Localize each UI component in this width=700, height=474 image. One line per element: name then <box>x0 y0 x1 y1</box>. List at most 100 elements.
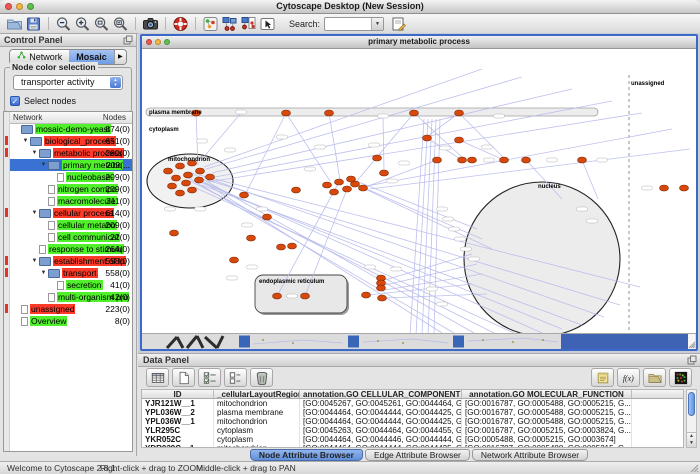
network-node[interactable] <box>273 293 282 299</box>
zoom-button[interactable] <box>27 3 34 10</box>
network-edit-icon[interactable] <box>221 16 238 32</box>
zoom-fit-icon[interactable] <box>112 16 129 32</box>
network-node[interactable] <box>206 174 215 180</box>
network-node[interactable] <box>195 177 204 183</box>
help-icon[interactable] <box>172 16 189 32</box>
network-node[interactable] <box>433 157 442 163</box>
tab-edge-attribute-browser[interactable]: Edge Attribute Browser <box>365 449 470 461</box>
tree-row[interactable]: ▼establishment of lo558(0) <box>10 255 132 267</box>
network-node[interactable] <box>230 257 239 263</box>
network-node[interactable] <box>176 163 185 169</box>
network-node[interactable] <box>184 172 193 178</box>
table-row[interactable]: YKR052Ccytoplasm[GO:0044464, GO:0044446,… <box>142 435 683 444</box>
network-node[interactable] <box>172 175 181 181</box>
table-row[interactable]: YJR121W__1mitochondrion[GO:0045267, GO:0… <box>142 399 683 408</box>
select-nodes-checkbox[interactable]: ✓ <box>10 96 20 106</box>
tree-row[interactable]: Overview8(0) <box>10 315 132 327</box>
search-input[interactable]: ▼ <box>324 17 384 31</box>
float-panel-icon[interactable] <box>123 35 133 45</box>
network-node[interactable] <box>347 176 356 182</box>
tree-row[interactable]: macromolecule311(0) <box>10 195 132 207</box>
tree-expand-arrow[interactable]: ▼ <box>39 162 48 168</box>
tree-row[interactable]: nitrogen compo209(0) <box>10 183 132 195</box>
tree-row[interactable]: mosaic-demo-yeast874(0) <box>10 123 132 135</box>
network-node[interactable] <box>373 155 382 161</box>
network-node[interactable] <box>188 187 197 193</box>
table-row[interactable]: YLR295Ccytoplasm[GO:0045263, GO:0044464,… <box>142 426 683 435</box>
zoom-in-icon[interactable] <box>74 16 91 32</box>
network-node[interactable] <box>359 185 368 191</box>
network-node[interactable] <box>288 243 297 249</box>
camera-icon[interactable] <box>142 16 159 32</box>
network-node[interactable] <box>380 170 389 176</box>
scrollbar-arrows[interactable]: ▲▼ <box>687 432 696 447</box>
tree-row[interactable]: nucleobase-209(0) <box>10 171 132 183</box>
vizmapper-icon[interactable] <box>202 16 219 32</box>
window-titlebar[interactable]: Cytoscape Desktop (New Session) <box>0 0 700 14</box>
network-node[interactable] <box>170 230 179 236</box>
tree-expand-arrow[interactable]: ▼ <box>21 138 30 144</box>
network-node[interactable] <box>578 157 587 163</box>
table-row[interactable]: YDR039C__1mitochondrion[GO:0044464, GO:0… <box>142 444 683 448</box>
network-canvas[interactable]: plasma membranecytoplasmmitochondrionnuc… <box>142 49 696 334</box>
network-node[interactable] <box>660 185 669 191</box>
resize-grip-icon[interactable] <box>690 464 699 473</box>
network-node[interactable] <box>247 235 256 241</box>
function-icon[interactable]: f(x) <box>617 368 640 387</box>
attribute-table[interactable]: ID_cellularLayoutRegionannotation.GO CEL… <box>141 389 684 448</box>
network-node[interactable] <box>377 285 386 291</box>
delete-attribute-icon[interactable] <box>250 368 273 387</box>
network-node[interactable] <box>292 187 301 193</box>
tab-overflow-arrow[interactable]: ▶ <box>114 50 126 64</box>
tree-expand-arrow[interactable]: ▼ <box>30 150 39 156</box>
network-node[interactable] <box>423 135 432 141</box>
matrix-icon[interactable] <box>669 368 692 387</box>
zoom-selected-icon[interactable] <box>93 16 110 32</box>
network-node[interactable] <box>468 157 477 163</box>
new-attribute-icon[interactable] <box>172 368 195 387</box>
network-node[interactable] <box>277 244 286 250</box>
network-node[interactable] <box>301 293 310 299</box>
network-overview-icon[interactable] <box>240 16 257 32</box>
network-graph[interactable]: plasma membranecytoplasmmitochondrionnuc… <box>142 49 694 334</box>
network-node[interactable] <box>240 192 249 198</box>
network-node[interactable] <box>330 189 339 195</box>
tree-row[interactable]: secretion41(0) <box>10 279 132 291</box>
table-row[interactable]: YPL036W__2plasma membrane[GO:0044464, GO… <box>142 408 683 417</box>
tree-expand-arrow[interactable]: ▼ <box>39 270 48 276</box>
network-node[interactable] <box>335 179 344 185</box>
network-node[interactable] <box>362 292 371 298</box>
scrollbar-thumb[interactable] <box>688 392 695 416</box>
network-node[interactable] <box>410 110 419 116</box>
tab-network-attribute-browser[interactable]: Network Attribute Browser <box>472 449 588 461</box>
attribute-table-icon[interactable] <box>146 368 169 387</box>
tab-node-attribute-browser[interactable]: Node Attribute Browser <box>250 449 363 461</box>
close-icon[interactable] <box>146 39 152 45</box>
dropdown-stepper-icon[interactable]: ▲▼ <box>110 77 121 88</box>
tree-row[interactable]: ▼transport558(0) <box>10 267 132 279</box>
network-node[interactable] <box>176 190 185 196</box>
network-node[interactable] <box>455 110 464 116</box>
network-node[interactable] <box>455 137 464 143</box>
network-node[interactable] <box>196 168 205 174</box>
network-node[interactable] <box>325 110 334 116</box>
unselect-attributes-icon[interactable] <box>224 368 247 387</box>
network-node[interactable] <box>168 183 177 189</box>
tree-row[interactable]: cellular metabo209(0) <box>10 219 132 231</box>
tree-row[interactable]: response to stimulu264(0) <box>10 243 132 255</box>
tree-row[interactable]: unassigned223(0) <box>10 303 132 315</box>
select-attributes-icon[interactable] <box>198 368 221 387</box>
network-window[interactable]: primary metabolic process plasma membran… <box>140 34 698 351</box>
select-mode-icon[interactable] <box>259 16 276 32</box>
network-node[interactable] <box>323 182 332 188</box>
network-node[interactable] <box>680 185 689 191</box>
minimize-button[interactable] <box>16 3 23 10</box>
tree-expand-arrow[interactable]: ▼ <box>30 258 39 264</box>
network-node[interactable] <box>500 157 509 163</box>
tree-expand-arrow[interactable]: ▼ <box>30 210 39 216</box>
color-attribute-dropdown[interactable]: transporter activity ▲▼ <box>13 75 123 90</box>
annotation-icon[interactable] <box>390 16 407 32</box>
tree-row[interactable]: ▼primary metabo209(... <box>10 159 132 171</box>
tree-row[interactable]: multi-organism pro42(0) <box>10 291 132 303</box>
table-scrollbar[interactable]: ▲▼ <box>686 389 697 448</box>
